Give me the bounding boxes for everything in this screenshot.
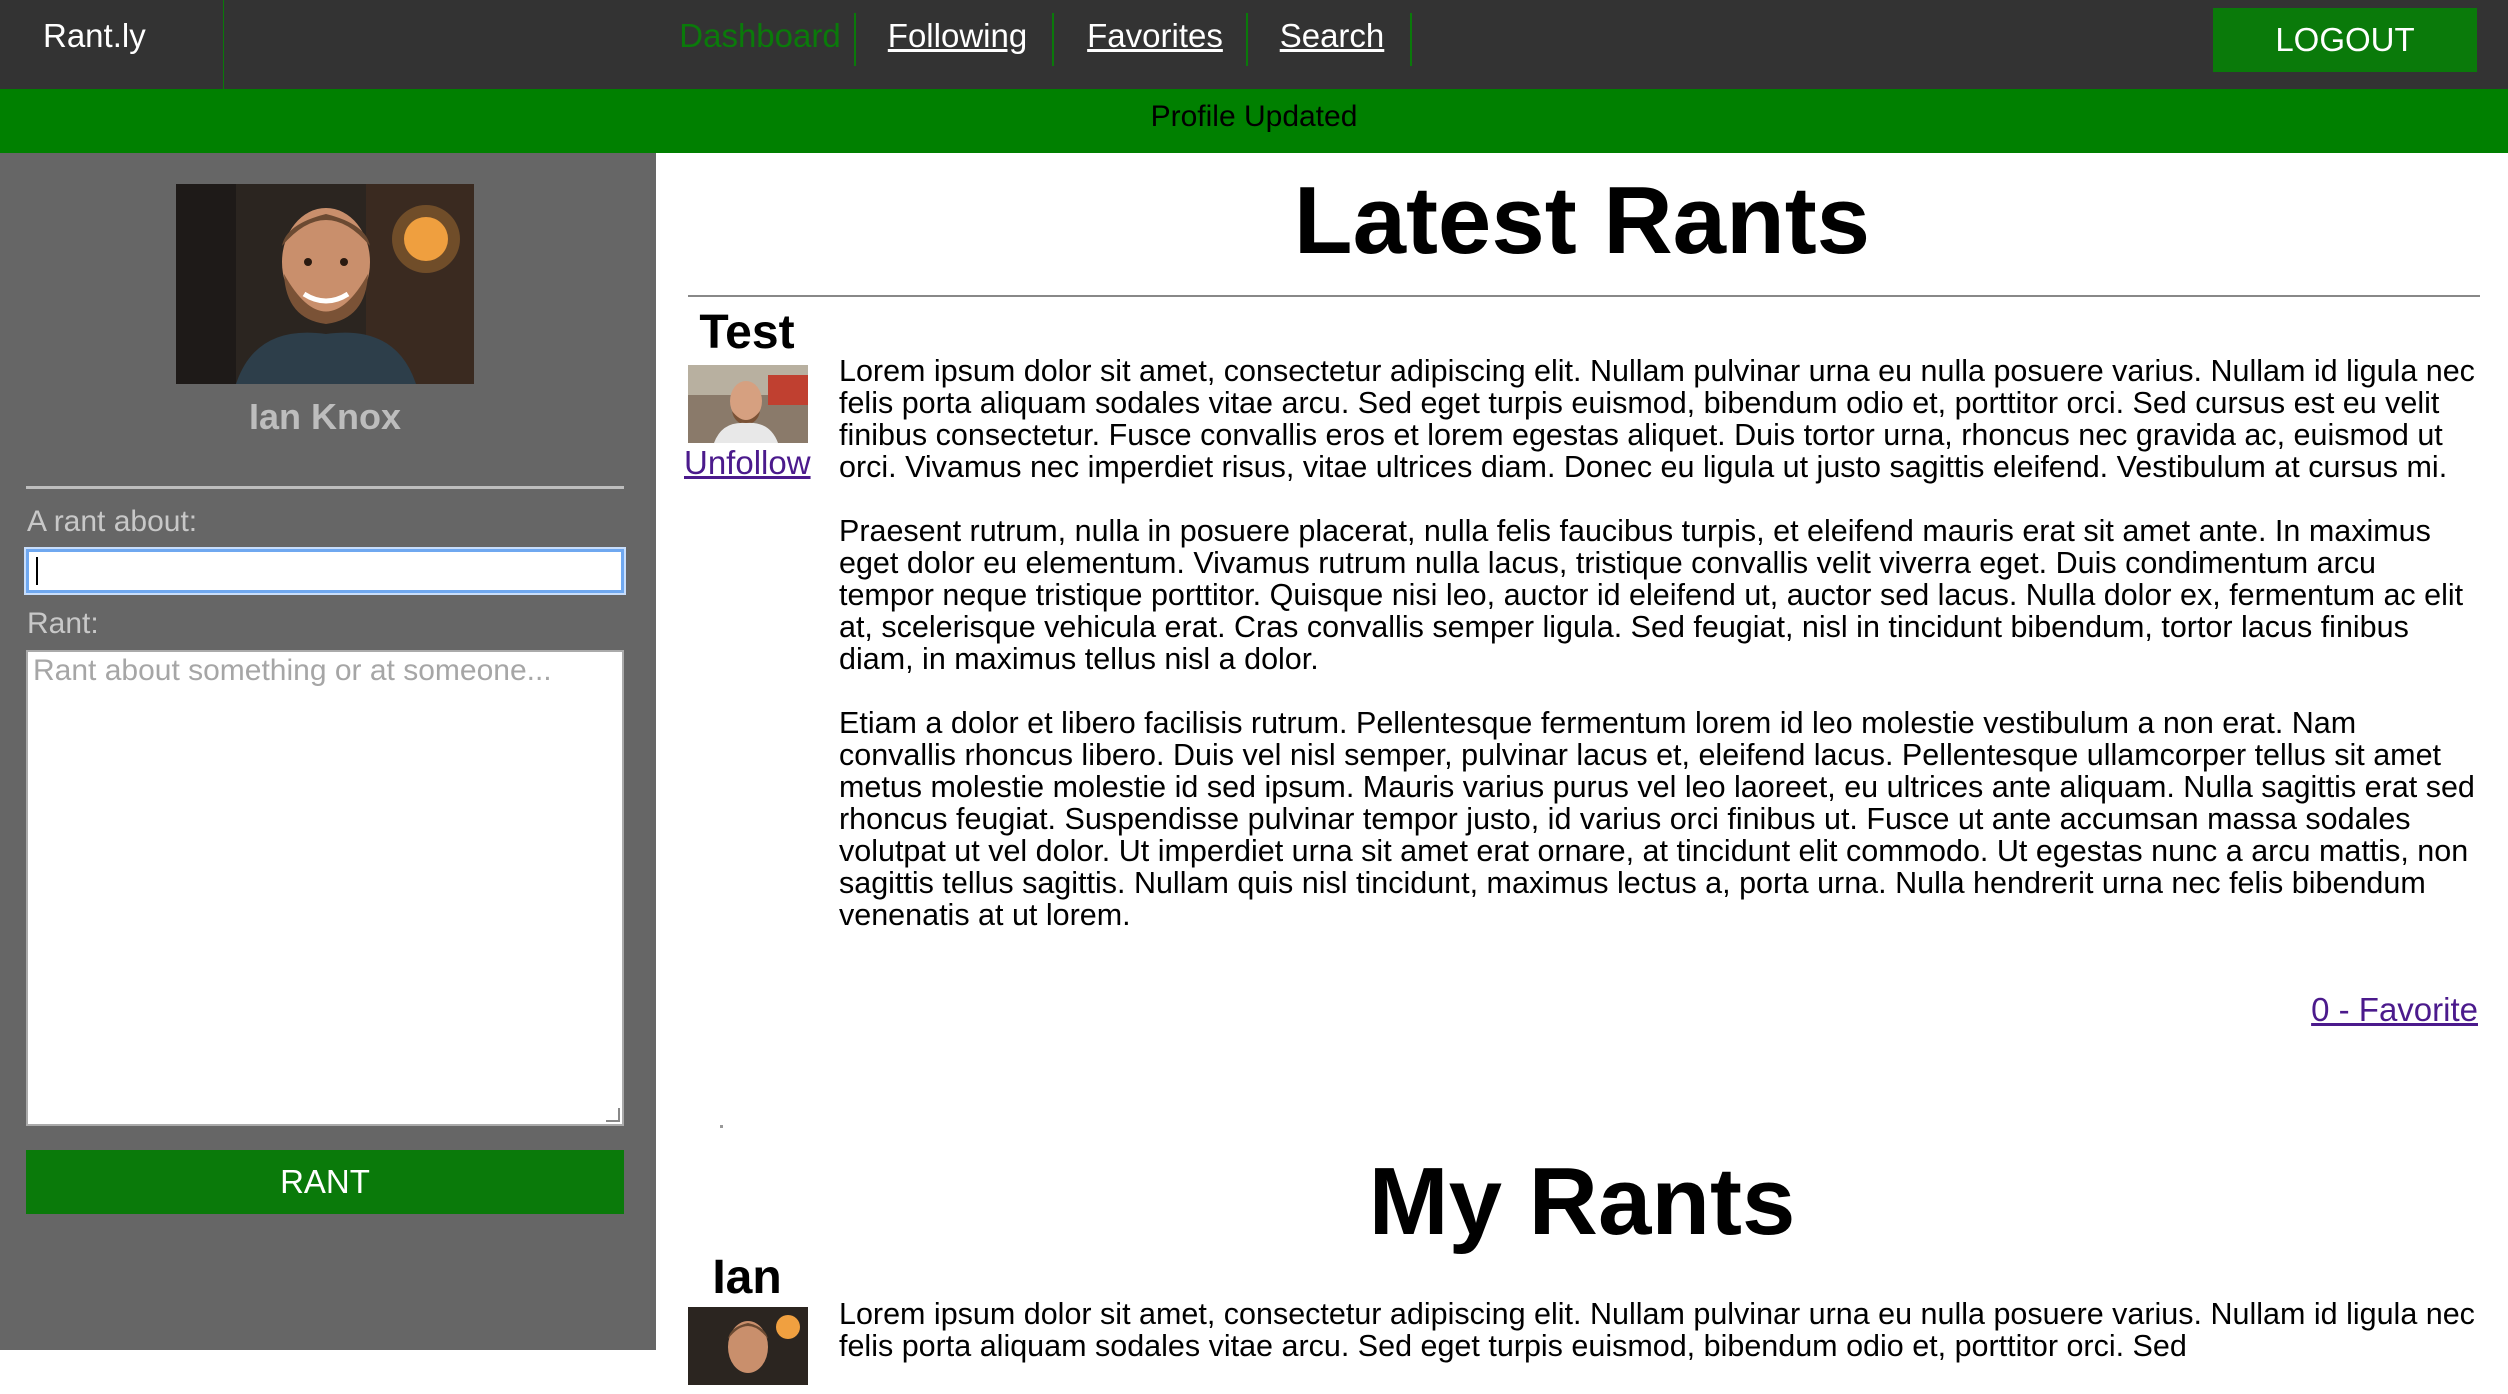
nav-divider bbox=[854, 13, 856, 66]
rant-textarea[interactable] bbox=[26, 650, 624, 1126]
profile-photo bbox=[176, 184, 474, 384]
rant-author: Test bbox=[699, 306, 795, 359]
my-rants-heading: My Rants bbox=[1368, 1148, 1796, 1255]
nav-search[interactable]: Search bbox=[1262, 0, 1402, 66]
logout-button[interactable]: LOGOUT bbox=[2213, 8, 2477, 72]
sidebar: Ian Knox A rant about: Rant: RANT bbox=[0, 153, 656, 1350]
author-avatar bbox=[688, 365, 808, 443]
nav-divider bbox=[1052, 13, 1054, 66]
favorite-link[interactable]: 0 - Favorite bbox=[2311, 991, 2478, 1029]
rant-paragraph: Etiam a dolor et libero facilisis rutrum… bbox=[839, 706, 2475, 932]
user-name: Ian Knox bbox=[248, 396, 401, 437]
rant-label: Rant: bbox=[27, 607, 99, 640]
nav-following[interactable]: Following bbox=[875, 0, 1040, 66]
rant-submit-button[interactable]: RANT bbox=[26, 1150, 624, 1214]
latest-rants-heading: Latest Rants bbox=[1293, 167, 1871, 274]
stray-dot bbox=[720, 1125, 723, 1128]
rant-paragraph: Praesent rutrum, nulla in posuere placer… bbox=[839, 514, 2464, 676]
resize-handle-icon[interactable] bbox=[606, 1108, 620, 1122]
rant-about-label: A rant about: bbox=[27, 505, 198, 538]
nav-favorites[interactable]: Favorites bbox=[1070, 0, 1240, 66]
nav-divider bbox=[1246, 13, 1248, 66]
avatar bbox=[176, 184, 474, 384]
flash-message: Profile Updated bbox=[0, 89, 2508, 153]
author-avatar bbox=[688, 1307, 808, 1385]
rant-content: Lorem ipsum dolor sit amet, consectetur … bbox=[839, 1298, 2479, 1394]
rant-content: Lorem ipsum dolor sit amet, consectetur … bbox=[839, 355, 2479, 963]
section-divider bbox=[688, 295, 2480, 297]
nav-dashboard[interactable]: Dashboard bbox=[650, 0, 870, 66]
rant-author: Ian bbox=[712, 1251, 782, 1304]
top-navbar: Rant.ly Dashboard Following Favorites Se… bbox=[0, 0, 2508, 89]
rant-paragraph: Lorem ipsum dolor sit amet, consectetur … bbox=[839, 1297, 2475, 1363]
rant-about-input[interactable] bbox=[24, 547, 626, 595]
brand-logo[interactable]: Rant.ly bbox=[0, 0, 224, 89]
sidebar-divider bbox=[26, 486, 624, 489]
text-caret bbox=[36, 557, 38, 585]
rant-paragraph: Lorem ipsum dolor sit amet, consectetur … bbox=[839, 354, 2475, 484]
unfollow-link[interactable]: Unfollow bbox=[684, 444, 811, 482]
nav-divider bbox=[1410, 13, 1412, 66]
